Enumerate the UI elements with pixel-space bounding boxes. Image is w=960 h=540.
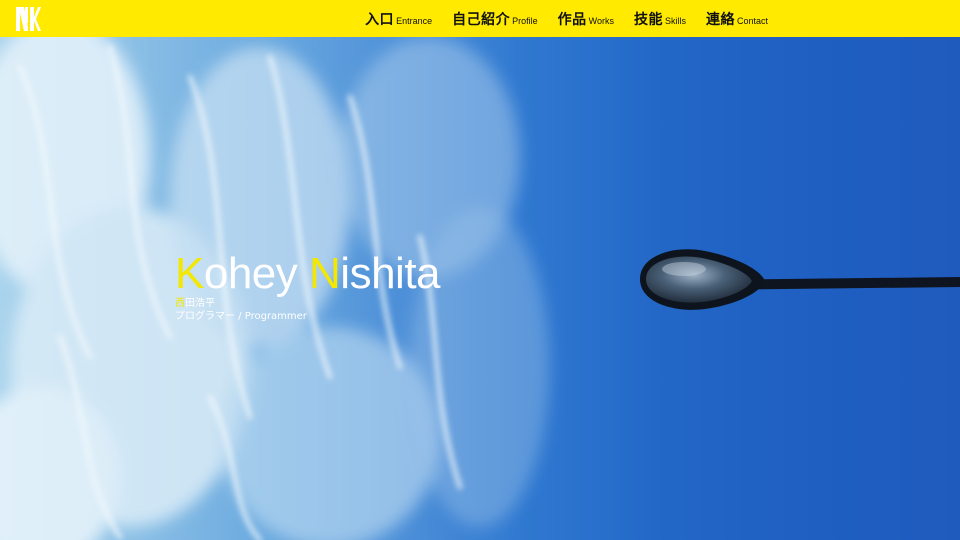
nav-entrance-jp: 入口 xyxy=(365,11,395,28)
nav-contact-jp: 連絡 xyxy=(705,11,735,28)
nav-skills[interactable]: 技能 Skills xyxy=(634,9,686,29)
nav-profile-en: Profile xyxy=(512,15,538,26)
street-lamp-sky-image xyxy=(0,37,960,540)
site-header: 入口 Entrance 自己紹介 Profile 作品 Works 技能 Ski… xyxy=(0,0,960,37)
hero-name-block: Kohey Nishita 西田浩平 プログラマー / Programmer xyxy=(175,249,441,324)
nk-logo-icon[interactable] xyxy=(14,5,42,33)
name-last-rest: ishita xyxy=(340,249,441,298)
hero-section: Kohey Nishita 西田浩平 プログラマー / Programmer xyxy=(0,37,960,540)
nav-contact-en: Contact xyxy=(736,15,768,26)
nav-entrance[interactable]: 入口 Entrance xyxy=(365,9,432,29)
jp-name-rest: 田浩平 xyxy=(185,298,215,309)
nav-contact[interactable]: 連絡 Contact xyxy=(706,9,768,29)
nav-profile-jp: 自己紹介 xyxy=(452,11,511,28)
nav-skills-en: Skills xyxy=(664,15,686,26)
hero-name-title: Kohey Nishita xyxy=(175,249,441,298)
nav-skills-jp: 技能 xyxy=(633,11,663,28)
name-first-rest: ohey xyxy=(203,249,298,298)
nav-works[interactable]: 作品 Works xyxy=(558,9,614,29)
main-nav: 入口 Entrance 自己紹介 Profile 作品 Works 技能 Ski… xyxy=(365,0,768,37)
hero-jp-name: 西田浩平 xyxy=(175,298,440,310)
name-first-initial: K xyxy=(175,249,204,298)
name-last-initial: N xyxy=(309,249,341,298)
nav-works-en: Works xyxy=(588,15,614,26)
nav-entrance-en: Entrance xyxy=(396,15,433,26)
page: 入口 Entrance 自己紹介 Profile 作品 Works 技能 Ski… xyxy=(0,0,960,540)
nav-profile[interactable]: 自己紹介 Profile xyxy=(452,9,538,29)
hero-role: プログラマー / Programmer xyxy=(175,311,307,322)
nav-works-jp: 作品 xyxy=(557,11,587,28)
jp-name-first-char: 西 xyxy=(175,298,185,309)
